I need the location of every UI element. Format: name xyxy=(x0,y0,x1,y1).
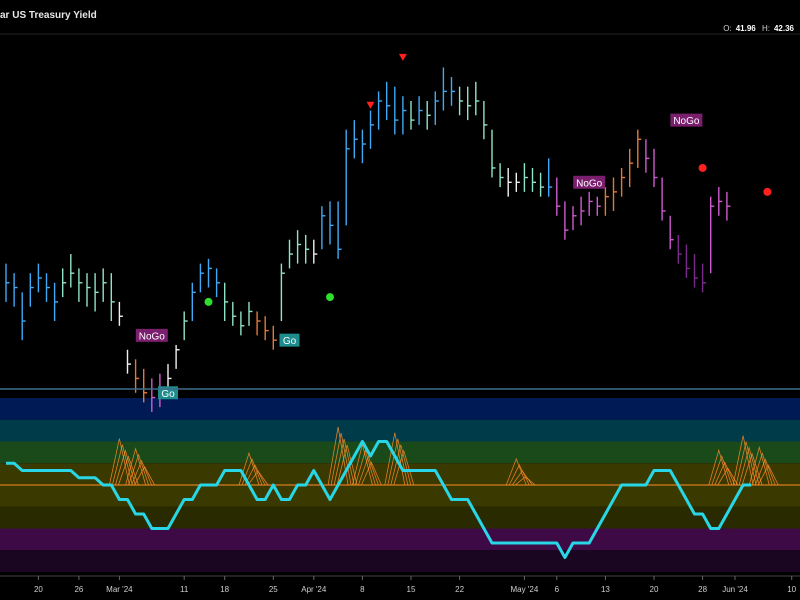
x-tick-label-0: 20 xyxy=(34,585,43,594)
signal-triangle-6 xyxy=(398,53,407,61)
x-tick-label-1: 26 xyxy=(74,585,83,594)
signal-dot-9 xyxy=(698,163,707,172)
x-axis: 20 26 Mar '24 11 18 25 Apr '24 8 15 22 May '24 6 13 2… xyxy=(0,575,800,594)
x-tick-label-7: 8 xyxy=(360,585,365,594)
x-tick-label-11: 6 xyxy=(555,585,560,594)
x-tick-label-16: 10 xyxy=(787,585,796,594)
signal-label-3: Go xyxy=(283,336,297,347)
oscillator-band-0 xyxy=(0,398,800,420)
signal-label-8: NoGo xyxy=(673,116,700,127)
x-tick-label-6: Apr '24 xyxy=(301,585,327,594)
signals: Go NoGo Go NoGo NoGo xyxy=(135,53,772,400)
x-tick-label-2: Mar '24 xyxy=(106,585,133,594)
oscillator-band-5 xyxy=(0,506,800,529)
x-tick-label-13: 20 xyxy=(650,585,659,594)
signal-label-1: NoGo xyxy=(139,331,166,342)
oscillator-band-7 xyxy=(0,550,800,572)
oscillator-band-1 xyxy=(0,419,800,442)
signal-dot-2 xyxy=(204,297,213,306)
chart-svg[interactable]: Go NoGo Go NoGo NoGo 20 26 Mar '24 11 18 25 Apr '2… xyxy=(0,0,800,600)
x-tick-label-15: Jun '24 xyxy=(722,585,748,594)
signal-dot-10 xyxy=(763,187,772,196)
x-tick-label-4: 18 xyxy=(220,585,229,594)
x-tick-label-12: 13 xyxy=(601,585,610,594)
price-bars xyxy=(5,67,731,412)
signal-dot-4 xyxy=(326,293,334,302)
x-tick-label-5: 25 xyxy=(269,585,278,594)
signal-label-7: NoGo xyxy=(576,178,603,189)
signal-triangle-5 xyxy=(366,101,375,109)
x-tick-label-8: 15 xyxy=(407,585,416,594)
signal-label-0: Go xyxy=(161,389,175,400)
x-tick-label-14: 28 xyxy=(698,585,707,594)
oscillator-band-6 xyxy=(0,528,800,551)
x-tick-label-3: 11 xyxy=(180,585,189,594)
x-tick-label-10: May '24 xyxy=(511,585,539,594)
x-tick-label-9: 22 xyxy=(455,585,464,594)
